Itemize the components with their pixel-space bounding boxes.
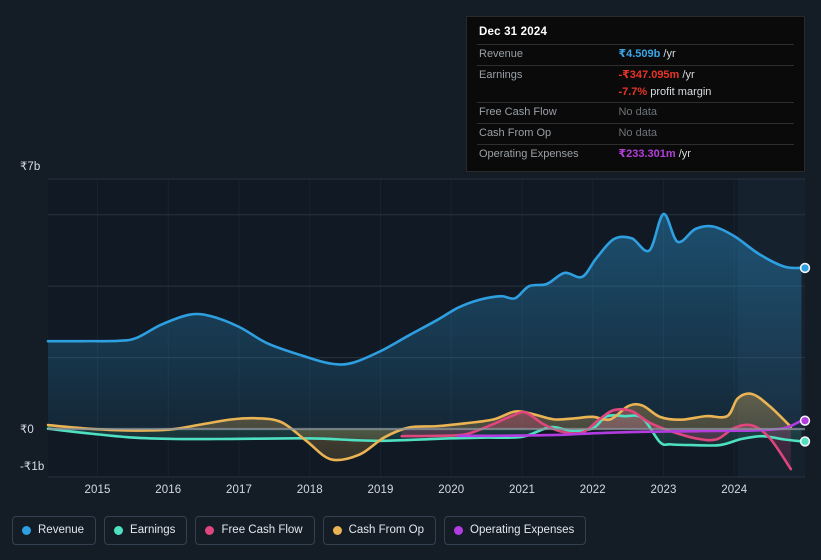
legend-item-earnings[interactable]: Earnings xyxy=(104,516,188,545)
legend-item-free-cash-flow[interactable]: Free Cash Flow xyxy=(195,516,315,545)
tooltip-row-value: No data xyxy=(616,103,794,124)
tooltip-value-number: -7.7% xyxy=(618,85,648,98)
data-tooltip: Dec 31 2024 Revenue ₹4.509b /yr Earnings -₹… xyxy=(466,16,805,172)
legend-item-operating-expenses[interactable]: Operating Expenses xyxy=(444,516,587,545)
tooltip-value-unit: /yr xyxy=(660,48,676,60)
tooltip-value-number: ₹233.301m xyxy=(618,147,676,160)
tooltip-row: Earnings -₹347.095m /yr xyxy=(477,65,794,85)
tooltip-value-unit: /yr xyxy=(679,68,695,81)
y-axis-label-0: ₹0 xyxy=(20,424,34,436)
tooltip-row-value: No data xyxy=(616,124,794,145)
legend-item-cash-from-op[interactable]: Cash From Op xyxy=(322,516,437,545)
y-axis-label-7b: ₹7b xyxy=(20,161,41,173)
tooltip-value-number: -₹347.095m xyxy=(618,68,680,81)
tooltip-subrow: -7.7% profit margin xyxy=(477,86,794,103)
tooltip-row-label: Cash From Op xyxy=(479,127,552,139)
x-axis-label-2022: 2022 xyxy=(579,484,606,496)
tooltip-row-label: Operating Expenses xyxy=(479,147,579,160)
tooltip-row-value: -7.7% profit margin xyxy=(616,86,794,103)
tooltip-table: Revenue ₹4.509b /yr Earnings -₹347.095m /yr… xyxy=(477,44,794,165)
tooltip-date: Dec 31 2024 xyxy=(479,26,548,38)
tooltip-row-value: -₹347.095m /yr xyxy=(616,65,794,85)
financial-chart-page: ₹7b ₹0 -₹1b 2015 2016 2017 2018 2019 2020 2021… xyxy=(0,0,821,560)
legend-item-label: Free Cash Flow xyxy=(221,524,303,536)
x-axis-label-2018: 2018 xyxy=(296,484,323,496)
legend-item-label: Revenue xyxy=(38,524,85,536)
legend-color-dot-icon xyxy=(332,526,342,535)
tooltip-row-value: ₹4.509b /yr xyxy=(616,45,794,66)
x-axis-label-2023: 2023 xyxy=(650,484,677,496)
x-axis-label-2016: 2016 xyxy=(155,484,182,496)
endpoint-marker-revenue[interactable] xyxy=(801,264,809,272)
x-axis-label-2015: 2015 xyxy=(84,484,111,496)
tooltip-row: Revenue ₹4.509b /yr xyxy=(477,44,794,66)
x-axis-label-2024: 2024 xyxy=(721,484,748,496)
x-axis-label-2020: 2020 xyxy=(438,484,465,496)
legend-item-revenue[interactable]: Revenue xyxy=(12,516,97,545)
tooltip-value-unit: /yr xyxy=(675,147,691,160)
tooltip-value-number: No data xyxy=(618,106,657,119)
tooltip-row-label: Earnings xyxy=(479,68,523,81)
tooltip-row-label xyxy=(477,86,616,103)
tooltip-value-unit: profit margin xyxy=(647,85,712,98)
legend-item-label: Cash From Op xyxy=(348,524,425,536)
legend-color-dot-icon xyxy=(22,526,31,535)
tooltip-value-number: No data xyxy=(618,127,657,139)
tooltip-row-label: Revenue xyxy=(479,48,524,60)
tooltip-value-number: ₹4.509b xyxy=(618,48,661,60)
tooltip-row-label: Free Cash Flow xyxy=(479,106,557,119)
tooltip-row: Operating Expenses ₹233.301m /yr xyxy=(477,144,794,164)
tooltip-row: Free Cash Flow No data xyxy=(477,102,794,124)
chart-legend[interactable]: Revenue Earnings Free Cash Flow Cash From O… xyxy=(12,516,587,545)
x-axis-label-2021: 2021 xyxy=(509,484,535,496)
legend-color-dot-icon xyxy=(205,526,215,535)
tooltip-row-value: ₹233.301m /yr xyxy=(616,144,794,164)
legend-item-label: Operating Expenses xyxy=(470,524,575,536)
y-axis-label-neg1b: -₹1b xyxy=(20,461,45,473)
legend-color-dot-icon xyxy=(114,526,124,535)
legend-color-dot-icon xyxy=(454,526,464,535)
x-axis-label-2019: 2019 xyxy=(367,484,394,496)
endpoint-marker-operating-expenses[interactable] xyxy=(801,417,809,425)
x-axis-label-2017: 2017 xyxy=(226,484,252,496)
legend-item-label: Earnings xyxy=(130,524,176,536)
endpoint-marker-earnings[interactable] xyxy=(801,437,809,445)
tooltip-row: Cash From Op No data xyxy=(477,123,794,145)
